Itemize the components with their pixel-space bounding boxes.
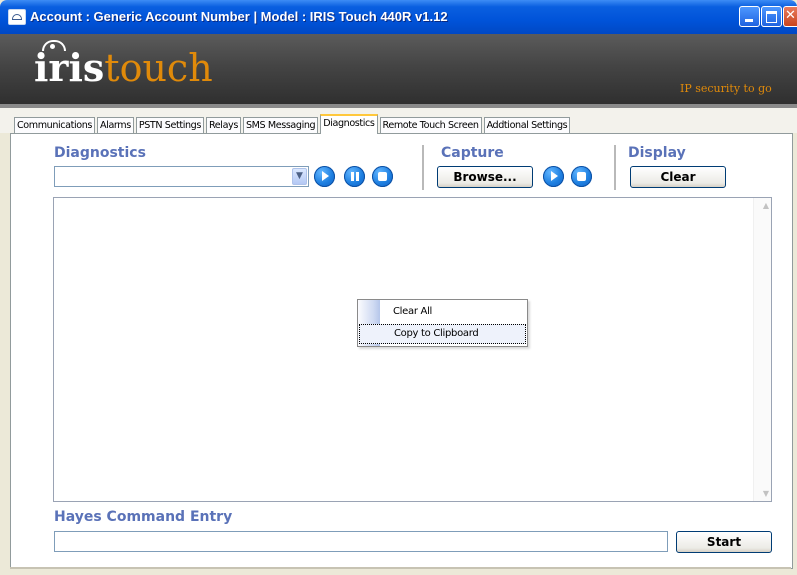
diagnostics-stop-button[interactable] [372, 166, 393, 187]
start-button[interactable]: Start [676, 531, 772, 553]
chevron-down-icon[interactable]: ▼ [292, 168, 307, 185]
minimize-button[interactable] [739, 6, 760, 27]
tagline: IP security to go [680, 82, 772, 95]
menu-item-clear-all[interactable]: Clear All [359, 302, 526, 322]
diagnostics-dropdown[interactable]: ▼ [54, 166, 309, 187]
iristouch-logo: iristouch [34, 40, 213, 90]
tab-pstn-settings[interactable]: PSTN Settings [135, 117, 204, 133]
diagnostics-heading: Diagnostics [54, 145, 146, 161]
tab-relays[interactable]: Relays [205, 117, 241, 133]
menu-item-copy-to-clipboard[interactable]: Copy to Clipboard [359, 324, 526, 344]
browse-button[interactable]: Browse... [437, 166, 533, 188]
tab-diagnostics[interactable]: Diagnostics [320, 114, 378, 134]
tab-alarms[interactable]: Alarms [97, 117, 134, 133]
diagnostics-output-area[interactable]: ▲ ▼ [53, 197, 772, 502]
logo-text-iris: iris [34, 45, 105, 90]
maximize-button[interactable] [761, 6, 782, 27]
scroll-down-icon[interactable]: ▼ [763, 489, 769, 498]
tab-sms-messaging[interactable]: SMS Messaging [242, 117, 319, 133]
scroll-up-icon[interactable]: ▲ [763, 201, 769, 210]
title-bar[interactable]: Account : Generic Account Number | Model… [0, 0, 797, 34]
capture-heading: Capture [441, 145, 504, 161]
hayes-heading: Hayes Command Entry [54, 509, 233, 525]
section-divider [614, 145, 616, 190]
hayes-command-input[interactable] [54, 531, 668, 552]
diagnostics-play-button[interactable] [314, 166, 335, 187]
logo-text-touch: touch [104, 46, 213, 90]
tab-bar: Communications Alarms PSTN Settings Rela… [14, 114, 572, 134]
section-divider [422, 145, 424, 190]
window-title: Account : Generic Account Number | Model… [30, 9, 448, 24]
app-icon[interactable] [8, 9, 26, 25]
context-menu: Clear All Copy to Clipboard [357, 299, 528, 347]
display-heading: Display [628, 145, 686, 161]
diagnostics-pause-button[interactable] [344, 166, 365, 187]
tab-additional-settings[interactable]: Addtional Settings [483, 117, 571, 133]
capture-stop-button[interactable] [571, 166, 592, 187]
close-button[interactable] [783, 6, 797, 27]
vertical-scrollbar[interactable]: ▲ ▼ [753, 198, 771, 501]
tab-communications[interactable]: Communications [14, 117, 96, 133]
clear-button[interactable]: Clear [630, 166, 726, 188]
tab-remote-touch-screen[interactable]: Remote Touch Screen [379, 117, 482, 133]
capture-play-button[interactable] [543, 166, 564, 187]
panel-bottom-edge [10, 567, 791, 569]
